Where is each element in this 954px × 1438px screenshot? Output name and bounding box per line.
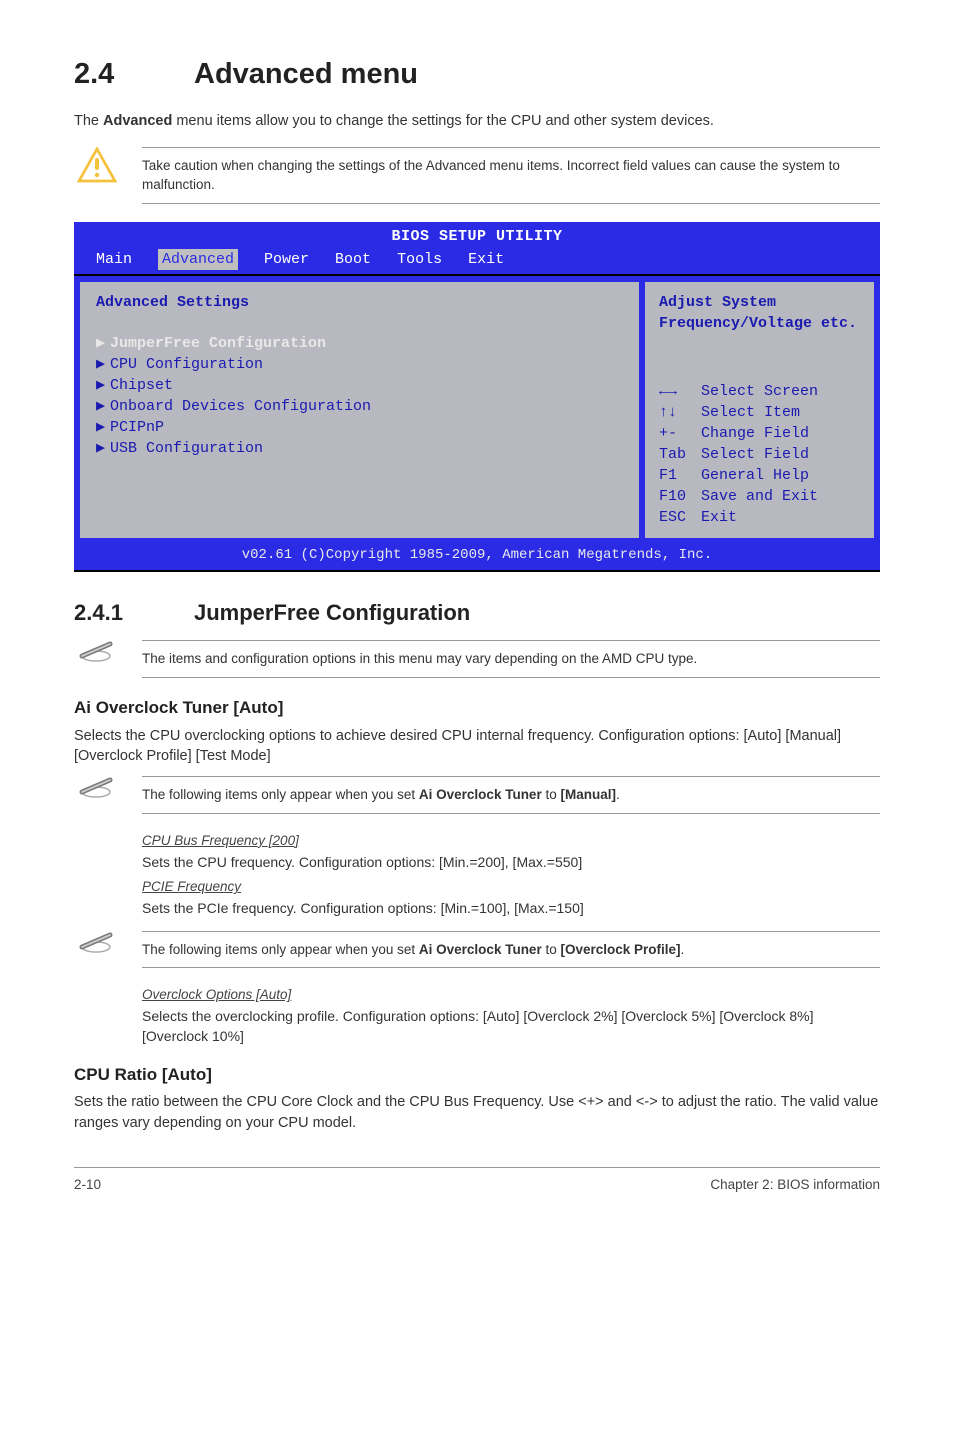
cpu-ratio-body: Sets the ratio between the CPU Core Cloc… — [74, 1092, 880, 1133]
subsection-title: JumperFree Configuration — [194, 600, 470, 625]
note-jumperfree: The items and configuration options in t… — [74, 640, 880, 678]
cpu-bus-body: Sets the CPU frequency. Configuration op… — [142, 853, 880, 873]
page-number: 2-10 — [74, 1176, 101, 1195]
overclock-opts-body: Selects the overclocking profile. Config… — [142, 1007, 880, 1046]
bios-tab-exit[interactable]: Exit — [468, 249, 504, 270]
section-intro: The Advanced menu items allow you to cha… — [74, 111, 880, 131]
note-profile: The following items only appear when you… — [74, 931, 880, 969]
bios-tab-advanced[interactable]: Advanced — [158, 249, 238, 270]
note-manual: The following items only appear when you… — [74, 776, 880, 814]
pcie-body: Sets the PCIe frequency. Configuration o… — [142, 899, 880, 919]
caution-text: Take caution when changing the settings … — [142, 147, 880, 204]
section-title-text: Advanced menu — [194, 58, 418, 90]
note-icon — [74, 640, 120, 670]
bios-tab-main[interactable]: Main — [96, 249, 132, 270]
bios-item-usb-config[interactable]: ▶USB Configuration — [96, 438, 623, 459]
page-footer: 2-10 Chapter 2: BIOS information — [74, 1167, 880, 1195]
overclock-opts-block: Overclock Options [Auto] Selects the ove… — [142, 986, 880, 1046]
bios-menubar: Main Advanced Power Boot Tools Exit — [74, 247, 880, 274]
note-manual-text: The following items only appear when you… — [142, 776, 880, 814]
bios-tab-boot[interactable]: Boot — [335, 249, 371, 270]
bios-right-top: Adjust System Frequency/Voltage etc. — [659, 292, 860, 334]
pcie-heading: PCIE Frequency — [142, 878, 880, 897]
cpu-bus-block: CPU Bus Frequency [200] Sets the CPU fre… — [142, 832, 880, 919]
bios-left-heading: Advanced Settings — [96, 292, 623, 313]
note-profile-text: The following items only appear when you… — [142, 931, 880, 969]
note-icon — [74, 776, 120, 806]
cpu-bus-heading: CPU Bus Frequency [200] — [142, 832, 880, 851]
chapter-label: Chapter 2: BIOS information — [710, 1176, 880, 1195]
section-heading: 2.4Advanced menu — [74, 54, 880, 95]
subsection-number: 2.4.1 — [74, 598, 194, 629]
bios-tab-tools[interactable]: Tools — [397, 249, 442, 270]
bios-footer: v02.61 (C)Copyright 1985-2009, American … — [74, 544, 880, 570]
bios-item-pcipnp[interactable]: ▶PCIPnP — [96, 417, 623, 438]
bios-item-onboard[interactable]: ▶Onboard Devices Configuration — [96, 396, 623, 417]
note-icon — [74, 931, 120, 961]
caution-callout: Take caution when changing the settings … — [74, 147, 880, 204]
subsection-heading: 2.4.1JumperFree Configuration — [74, 598, 880, 629]
bios-item-jumperfree[interactable]: ▶JumperFree Configuration — [96, 333, 623, 354]
bios-tab-power[interactable]: Power — [264, 249, 309, 270]
bios-title: BIOS SETUP UTILITY — [74, 222, 880, 247]
bios-right-pane: Adjust System Frequency/Voltage etc. ←→S… — [642, 276, 880, 544]
section-number: 2.4 — [74, 54, 194, 95]
ai-tuner-heading: Ai Overclock Tuner [Auto] — [74, 696, 880, 720]
bios-item-cpu-config[interactable]: ▶CPU Configuration — [96, 354, 623, 375]
bios-left-pane: Advanced Settings ▶JumperFree Configurat… — [74, 276, 642, 544]
bios-help-keys: ←→Select Screen ↑↓Select Item +-Change F… — [659, 381, 860, 528]
note-jumperfree-text: The items and configuration options in t… — [142, 640, 880, 678]
cpu-ratio-heading: CPU Ratio [Auto] — [74, 1063, 880, 1087]
bios-setup-panel: BIOS SETUP UTILITY Main Advanced Power B… — [74, 222, 880, 572]
overclock-opts-heading: Overclock Options [Auto] — [142, 986, 880, 1005]
caution-icon — [74, 147, 120, 183]
bios-item-chipset[interactable]: ▶Chipset — [96, 375, 623, 396]
ai-tuner-body: Selects the CPU overclocking options to … — [74, 726, 880, 767]
